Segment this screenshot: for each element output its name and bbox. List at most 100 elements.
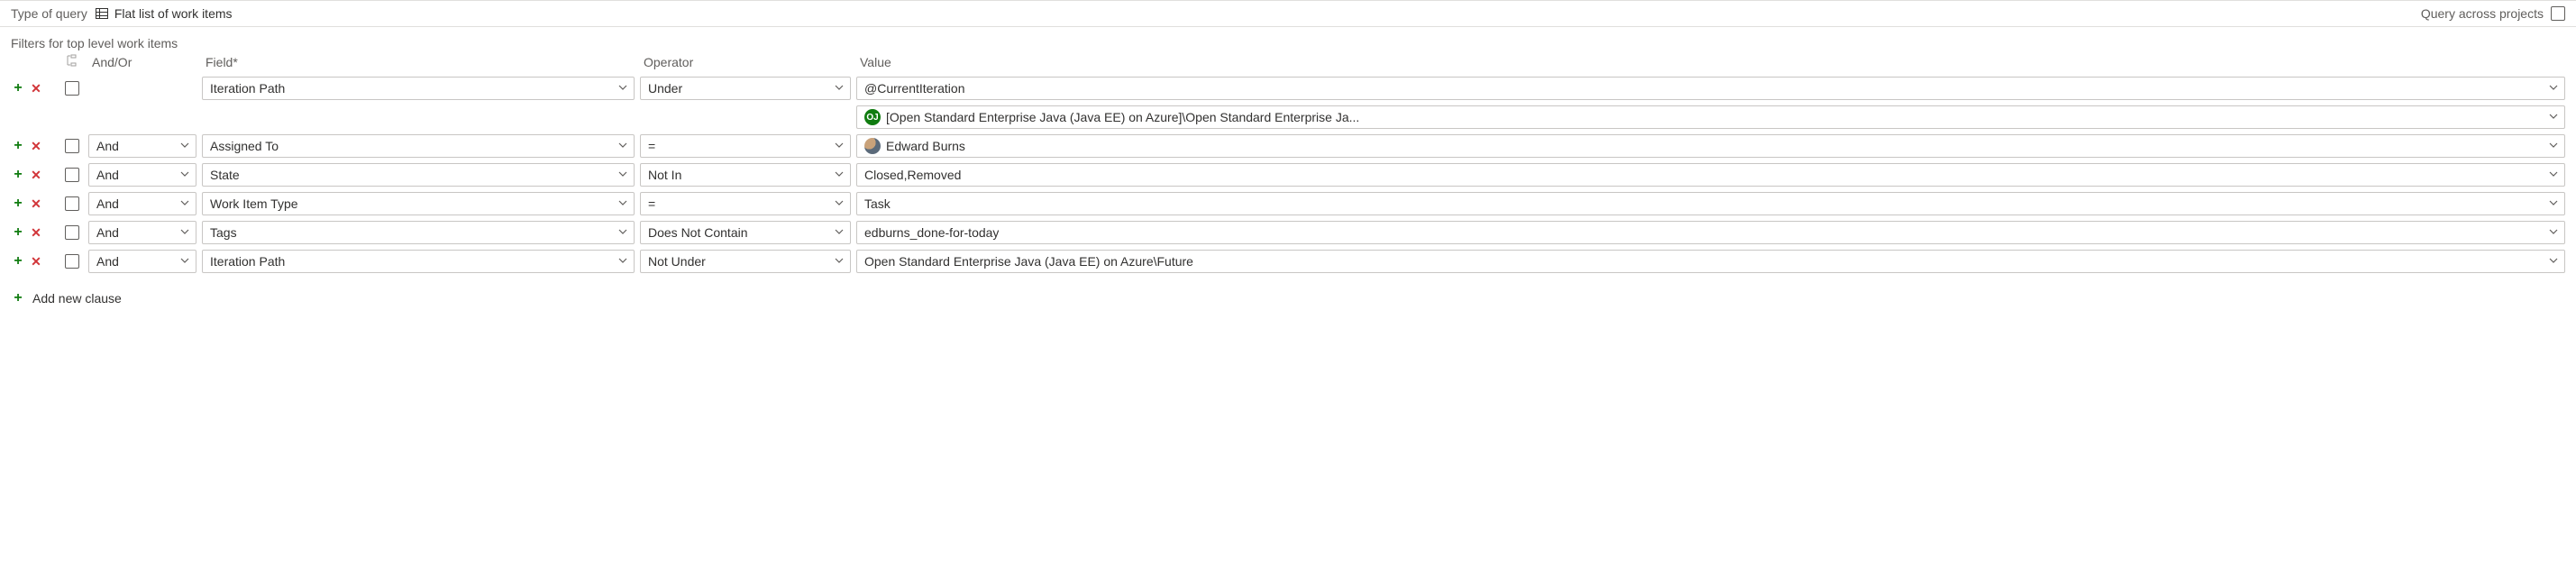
query-type-left: Type of query Flat list of work items: [11, 6, 233, 21]
remove-clause-button[interactable]: ✕: [29, 169, 43, 181]
chevron-down-icon: [179, 196, 190, 211]
field-select[interactable]: Work Item Type: [202, 192, 635, 215]
value-text: edburns_done-for-today: [864, 225, 999, 240]
add-clause-button[interactable]: +: [11, 81, 25, 96]
filter-grid: And/Or Field* Operator Value +✕Iteration…: [0, 50, 2576, 286]
andor-select-text: And: [96, 254, 119, 269]
remove-clause-button[interactable]: ✕: [29, 82, 43, 95]
add-clause-button[interactable]: +: [11, 139, 25, 153]
add-clause-button[interactable]: +: [11, 254, 25, 269]
query-type-label: Type of query: [11, 6, 87, 21]
header-actions: [11, 60, 56, 64]
group-clauses-icon[interactable]: [65, 54, 78, 67]
chevron-down-icon: [179, 168, 190, 182]
row-select-checkbox[interactable]: [65, 254, 79, 269]
row-select-cell: [61, 139, 83, 153]
remove-clause-button[interactable]: ✕: [29, 197, 43, 210]
chevron-down-icon: [2548, 110, 2559, 124]
andor-select-text: And: [96, 225, 119, 240]
chevron-down-icon: [834, 254, 845, 269]
query-type-value-text: Flat list of work items: [114, 6, 233, 21]
value-text: Task: [864, 196, 891, 211]
chevron-down-icon: [2548, 225, 2559, 240]
filter-row: + ✕ And Work Item Type = Task: [11, 192, 2565, 215]
chevron-down-icon: [617, 139, 628, 153]
project-badge-icon: OJ: [864, 109, 881, 125]
add-new-clause[interactable]: + Add new clause: [0, 286, 2576, 316]
operator-select[interactable]: Does Not Contain: [640, 221, 851, 244]
operator-select[interactable]: Not Under: [640, 250, 851, 273]
value-select[interactable]: Task: [856, 192, 2565, 215]
remove-clause-button[interactable]: ✕: [29, 140, 43, 152]
header-operator: Operator: [640, 53, 851, 71]
filter-row: + ✕ And Iteration Path Not Under Open Standar…: [11, 250, 2565, 273]
operator-select[interactable]: Under: [640, 77, 851, 100]
andor-select[interactable]: And: [88, 192, 196, 215]
remove-clause-button[interactable]: ✕: [29, 255, 43, 268]
operator-select[interactable]: =: [640, 192, 851, 215]
field-select[interactable]: Iteration Path: [202, 77, 635, 100]
row-select-cell: [61, 168, 83, 182]
row-actions: +✕: [11, 225, 56, 240]
field-select-text: State: [210, 168, 240, 182]
row-select-checkbox[interactable]: [65, 139, 79, 153]
field-select[interactable]: Iteration Path: [202, 250, 635, 273]
field-select-text: Tags: [210, 225, 237, 240]
andor-select[interactable]: And: [88, 221, 196, 244]
field-select[interactable]: Assigned To: [202, 134, 635, 158]
row-select-checkbox[interactable]: [65, 225, 79, 240]
row-select-checkbox[interactable]: [65, 196, 79, 211]
operator-select[interactable]: =: [640, 134, 851, 158]
row-select-checkbox[interactable]: [65, 81, 79, 96]
operator-select-text: Not Under: [648, 254, 706, 269]
row-actions: +✕: [11, 139, 56, 153]
query-type-selector[interactable]: Flat list of work items: [95, 6, 233, 21]
add-clause-button[interactable]: +: [11, 196, 25, 211]
chevron-down-icon: [617, 81, 628, 96]
header-andor: And/Or: [88, 53, 196, 71]
header-field: Field*: [202, 53, 635, 71]
cross-projects-label: Query across projects: [2421, 6, 2544, 21]
value-select[interactable]: @CurrentIteration: [856, 77, 2565, 100]
andor-select[interactable]: And: [88, 250, 196, 273]
value-select[interactable]: Open Standard Enterprise Java (Java EE) …: [856, 250, 2565, 273]
field-select[interactable]: Tags: [202, 221, 635, 244]
chevron-down-icon: [179, 254, 190, 269]
value-select[interactable]: Closed,Removed: [856, 163, 2565, 187]
cross-projects-checkbox[interactable]: [2551, 6, 2565, 21]
row-select-checkbox[interactable]: [65, 168, 79, 182]
value-parameter-select[interactable]: OJ[Open Standard Enterprise Java (Java E…: [856, 105, 2565, 129]
value-select[interactable]: Edward Burns: [856, 134, 2565, 158]
chevron-down-icon: [2548, 81, 2559, 96]
value-text: Closed,Removed: [864, 168, 961, 182]
remove-clause-button[interactable]: ✕: [29, 226, 43, 239]
andor-select-text: And: [96, 139, 119, 153]
chevron-down-icon: [179, 225, 190, 240]
andor-select[interactable]: And: [88, 163, 196, 187]
chevron-down-icon: [834, 225, 845, 240]
chevron-down-icon: [834, 168, 845, 182]
chevron-down-icon: [834, 196, 845, 211]
andor-select[interactable]: And: [88, 134, 196, 158]
row-select-cell: [61, 225, 83, 240]
value-text: Edward Burns: [886, 139, 965, 153]
chevron-down-icon: [2548, 168, 2559, 182]
plus-icon: +: [11, 291, 25, 306]
field-select-text: Assigned To: [210, 139, 279, 153]
chevron-down-icon: [834, 139, 845, 153]
operator-select-text: =: [648, 139, 655, 153]
filter-row: +✕AndAssigned To=Edward Burns: [11, 134, 2565, 158]
operator-select-text: =: [648, 196, 655, 211]
row-select-cell: [61, 81, 83, 96]
add-clause-button[interactable]: +: [11, 168, 25, 182]
row-actions: +✕: [11, 168, 56, 182]
query-cross-projects: Query across projects: [2421, 6, 2565, 21]
operator-select-text: Under: [648, 81, 682, 96]
add-clause-button[interactable]: +: [11, 225, 25, 240]
value-select[interactable]: edburns_done-for-today: [856, 221, 2565, 244]
row-select-cell: [61, 254, 83, 269]
chevron-down-icon: [617, 254, 628, 269]
chevron-down-icon: [179, 139, 190, 153]
field-select[interactable]: State: [202, 163, 635, 187]
operator-select[interactable]: Not In: [640, 163, 851, 187]
